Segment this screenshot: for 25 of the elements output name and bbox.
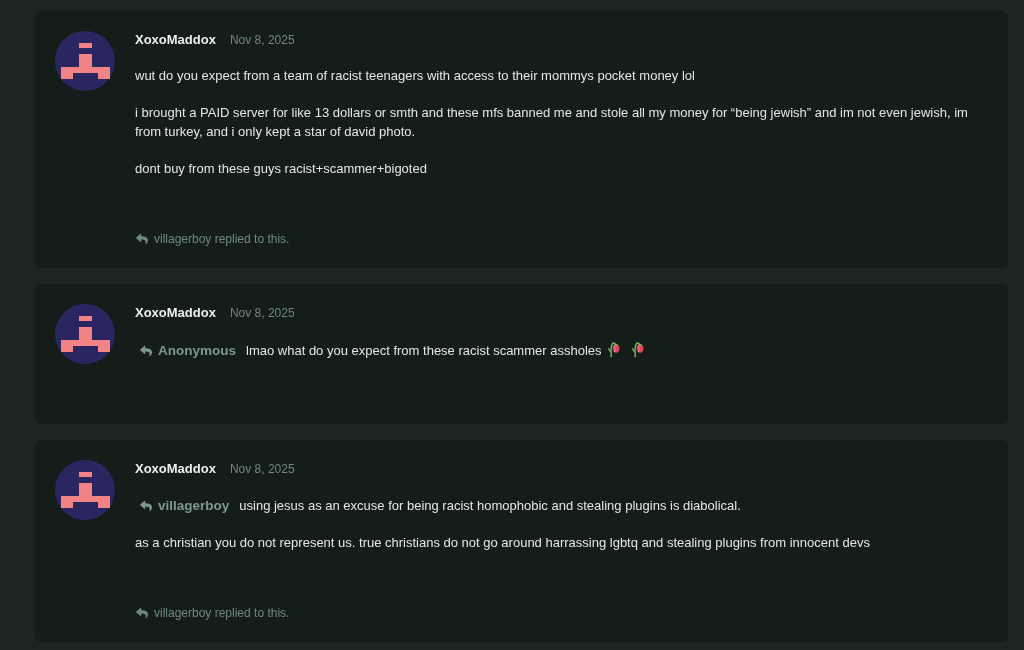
reply-icon bbox=[135, 233, 149, 245]
avatar bbox=[55, 304, 115, 364]
author-name[interactable]: XoxoMaddox bbox=[135, 303, 216, 323]
reply-icon bbox=[135, 607, 149, 620]
author-name[interactable]: XoxoMaddox bbox=[135, 30, 216, 50]
avatar bbox=[55, 460, 115, 521]
post-text: lmao what do you expect from these racist scammer assholes bbox=[246, 343, 602, 359]
replied-note[interactable]: villagerboy replied to this. bbox=[154, 230, 290, 248]
post-date[interactable]: Nov 8, 2025 bbox=[229, 304, 295, 322]
post-date[interactable]: Nov 8, 2025 bbox=[229, 31, 295, 49]
replied-note[interactable]: villagerboy replied to this. bbox=[154, 604, 290, 623]
reply-icon bbox=[139, 499, 153, 512]
wilted-flower-icon bbox=[629, 339, 644, 358]
quote-mention-link[interactable]: Anonymous bbox=[139, 341, 236, 361]
author-name[interactable]: XoxoMaddox bbox=[135, 459, 216, 479]
post-text: i brought a PAID server for like 13 dollars or smth and these mfs banned me and stole all my money for “being jewish” and im not even jewish, im from turkey, and i only kept a star of david photo. bbox=[135, 104, 969, 141]
wilted-flower-icon bbox=[605, 339, 620, 358]
post-text: as a christian you do not represent us. true christians do not go around harrassing lgbtq and stealing plugins from innocent devs bbox=[135, 534, 871, 553]
post-text: wut do you expect from a team of racist teenagers with access to their mommys pocket money lol bbox=[135, 67, 696, 85]
post-date[interactable]: Nov 8, 2025 bbox=[229, 460, 295, 479]
post-text: using jesus as an excuse for being racist homophobic and stealing plugins is diabolical. bbox=[239, 498, 741, 514]
quote-mention-link[interactable]: villagerboy bbox=[139, 496, 230, 516]
avatar bbox=[55, 31, 115, 91]
post-text: dont buy from these guys racist+scammer+bigoted bbox=[135, 160, 428, 178]
reply-icon bbox=[139, 344, 153, 357]
